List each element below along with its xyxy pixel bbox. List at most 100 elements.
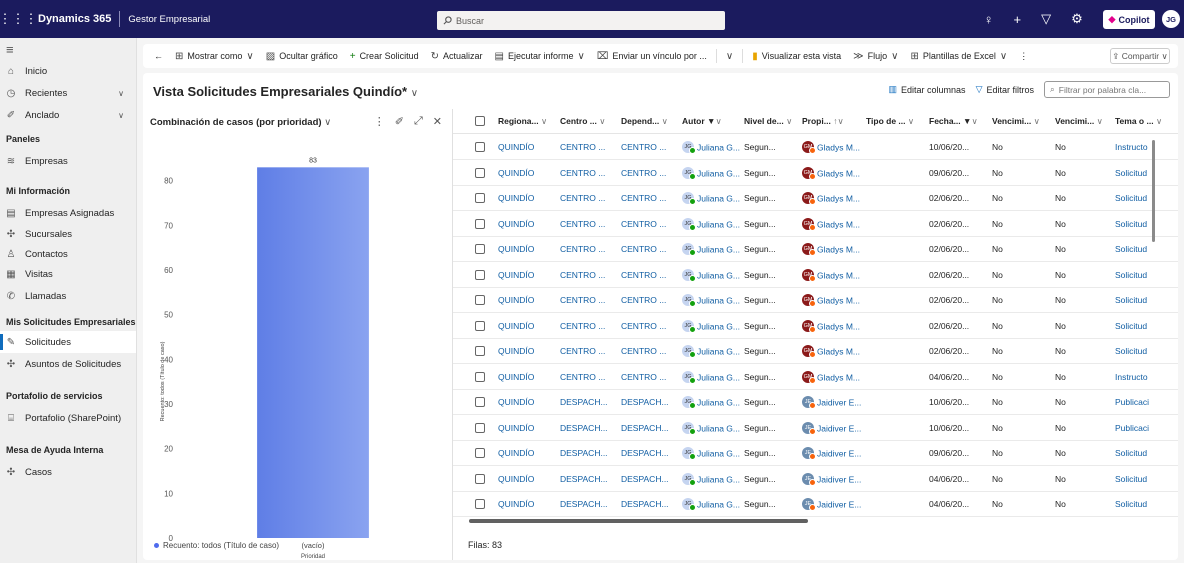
column-header[interactable]: Regiona... ∨ <box>498 116 547 127</box>
cell-reg[interactable]: QUINDÍO <box>498 448 534 458</box>
cell-dep[interactable]: CENTRO ... <box>621 270 666 280</box>
cell-centro[interactable]: DESPACH... <box>560 423 608 433</box>
cell-autor[interactable]: JG Juliana G... <box>682 294 740 307</box>
cell-centro[interactable]: CENTRO ... <box>560 270 605 280</box>
row-checkbox[interactable] <box>475 397 485 407</box>
cell-prop[interactable]: GM Gladys M... <box>802 243 860 256</box>
editar-columnas-button[interactable]: ▥ Editar columnas <box>889 84 966 95</box>
lightbulb-icon[interactable]: ♀ <box>984 12 994 27</box>
column-header[interactable]: Fecha... ▼∨ <box>929 116 978 127</box>
app-launcher-icon[interactable]: ⋮⋮⋮ <box>0 0 38 38</box>
row-checkbox[interactable] <box>475 269 485 280</box>
column-header[interactable]: Nivel de... ∨ <box>744 116 792 127</box>
flujo-button[interactable]: ≫ Flujo ∨ <box>850 51 901 62</box>
sidebar-item-anclado[interactable]: ✐ Anclado ∨ <box>0 104 136 126</box>
actualizar-button[interactable]: ↻ Actualizar <box>428 51 486 62</box>
cell-dep[interactable]: CENTRO ... <box>621 168 666 178</box>
filter-keyword-input[interactable]: ⌕ Filtrar por palabra cla... <box>1044 81 1170 98</box>
cell-prop[interactable]: JE Jaidiver E... <box>802 498 861 511</box>
table-row[interactable]: QUINDÍO CENTRO ... CENTRO ... JG Juliana G..… <box>453 160 1178 186</box>
column-header[interactable]: Tema o ... ∨ <box>1115 116 1162 127</box>
row-checkbox[interactable] <box>475 346 485 356</box>
cell-centro[interactable]: CENTRO ... <box>560 142 605 152</box>
table-row[interactable]: QUINDÍO CENTRO ... CENTRO ... JG Juliana G..… <box>453 211 1178 237</box>
cell-autor[interactable]: JG Juliana G... <box>682 498 740 511</box>
cell-autor[interactable]: JG Juliana G... <box>682 447 740 460</box>
table-row[interactable]: QUINDÍO CENTRO ... CENTRO ... JG Juliana G..… <box>453 313 1178 339</box>
cell-dep[interactable]: CENTRO ... <box>621 372 666 382</box>
plus-icon[interactable]: + <box>1014 12 1022 27</box>
cell-centro[interactable]: CENTRO ... <box>560 321 605 331</box>
sidebar-item-asuntos[interactable]: ✣ Asuntos de Solicitudes <box>0 353 136 375</box>
cell-centro[interactable]: CENTRO ... <box>560 219 605 229</box>
cell-tema[interactable]: Publicaci <box>1115 397 1149 407</box>
cell-tema[interactable]: Solicitud <box>1115 474 1147 484</box>
row-checkbox[interactable] <box>475 295 485 305</box>
sidebar-item-sucursales[interactable]: ✣ Sucursales <box>0 224 136 244</box>
cell-autor[interactable]: JG Juliana G... <box>682 319 740 333</box>
compartir-button[interactable]: ⇪ Compartir ∨ <box>1110 48 1170 64</box>
cell-dep[interactable]: CENTRO ... <box>621 346 666 356</box>
sidebar-item-empresas[interactable]: ≋ Empresas <box>0 150 136 172</box>
back-button[interactable]: ← <box>151 51 166 61</box>
brand-name[interactable]: Dynamics 365 <box>38 13 111 25</box>
cell-reg[interactable]: QUINDÍO <box>498 193 534 203</box>
column-header[interactable]: Vencimi... ∨ <box>992 116 1040 127</box>
sidebar-item-recientes[interactable]: ◷ Recientes ∨ <box>0 82 136 104</box>
cell-reg[interactable]: QUINDÍO <box>498 142 534 152</box>
visualizar-button[interactable]: ▮ Visualizar esta vista <box>749 51 844 62</box>
cell-autor[interactable]: JG Juliana G... <box>682 243 740 256</box>
cell-prop[interactable]: JE Jaidiver E... <box>802 421 861 435</box>
more-options-icon[interactable]: ⋮ <box>374 115 385 128</box>
cell-reg[interactable]: QUINDÍO <box>498 346 534 356</box>
column-header[interactable]: Propi... ↑∨ <box>802 116 844 127</box>
row-checkbox[interactable] <box>475 448 485 458</box>
cell-prop[interactable]: JE Jaidiver E... <box>802 447 861 460</box>
close-icon[interactable]: ✕ <box>433 115 442 128</box>
cell-tema[interactable]: Solicitud <box>1115 244 1147 254</box>
cell-prop[interactable]: GM Gladys M... <box>802 141 860 154</box>
cell-prop[interactable]: GM Gladys M... <box>802 192 860 205</box>
ejecutar-informe-button[interactable]: ▤ Ejecutar informe ∨ <box>492 51 588 62</box>
table-row[interactable]: QUINDÍO CENTRO ... CENTRO ... JG Juliana G..… <box>453 338 1178 364</box>
expand-icon[interactable]: ⤢ <box>414 115 423 128</box>
cell-centro[interactable]: CENTRO ... <box>560 372 605 382</box>
cell-reg[interactable]: QUINDÍO <box>498 499 534 509</box>
cell-centro[interactable]: DESPACH... <box>560 474 608 484</box>
cell-reg[interactable]: QUINDÍO <box>498 372 534 382</box>
cell-dep[interactable]: CENTRO ... <box>621 219 666 229</box>
more-chevron-button[interactable]: ∨ <box>723 51 736 62</box>
row-checkbox[interactable] <box>475 422 485 433</box>
cell-autor[interactable]: JG Juliana G... <box>682 345 740 358</box>
cell-prop[interactable]: JE Jaidiver E... <box>802 396 861 409</box>
plantillas-excel-button[interactable]: ⊞ Plantillas de Excel ∨ <box>907 51 1010 62</box>
sidebar-item-visitas[interactable]: ▦ Visitas <box>0 264 136 285</box>
cell-centro[interactable]: CENTRO ... <box>560 168 605 178</box>
cell-centro[interactable]: DESPACH... <box>560 499 608 509</box>
cell-centro[interactable]: CENTRO ... <box>560 244 605 254</box>
more-options-icon[interactable]: ⋮ <box>1016 51 1031 62</box>
cell-autor[interactable]: JG Juliana G... <box>682 141 740 154</box>
column-header[interactable]: Tipo de ... ∨ <box>866 116 914 127</box>
cell-centro[interactable]: CENTRO ... <box>560 295 605 305</box>
cell-tema[interactable]: Solicitud <box>1115 346 1147 356</box>
cell-dep[interactable]: DESPACH... <box>621 423 669 433</box>
cell-tema[interactable]: Solicitud <box>1115 193 1147 203</box>
row-checkbox[interactable] <box>475 371 485 382</box>
cell-dep[interactable]: CENTRO ... <box>621 193 666 203</box>
cell-prop[interactable]: GM Gladys M... <box>802 217 860 231</box>
column-header[interactable]: Autor ▼∨ <box>682 116 722 127</box>
app-name[interactable]: Gestor Empresarial <box>128 14 210 25</box>
cell-tema[interactable]: Publicaci <box>1115 423 1149 433</box>
cell-prop[interactable]: GM Gladys M... <box>802 268 860 282</box>
cell-reg[interactable]: QUINDÍO <box>498 219 534 229</box>
horizontal-scrollbar[interactable] <box>469 519 808 523</box>
cell-reg[interactable]: QUINDÍO <box>498 168 534 178</box>
sidebar-item-portafolio[interactable]: ⌸ Portafolio (SharePoint) <box>0 407 136 429</box>
cell-tema[interactable]: Instructo <box>1115 372 1148 382</box>
cell-dep[interactable]: CENTRO ... <box>621 295 666 305</box>
cell-reg[interactable]: QUINDÍO <box>498 270 534 280</box>
row-checkbox[interactable] <box>475 499 485 509</box>
sidebar-item-casos[interactable]: ✣ Casos <box>0 461 136 483</box>
cell-tema[interactable]: Solicitud <box>1115 499 1147 509</box>
